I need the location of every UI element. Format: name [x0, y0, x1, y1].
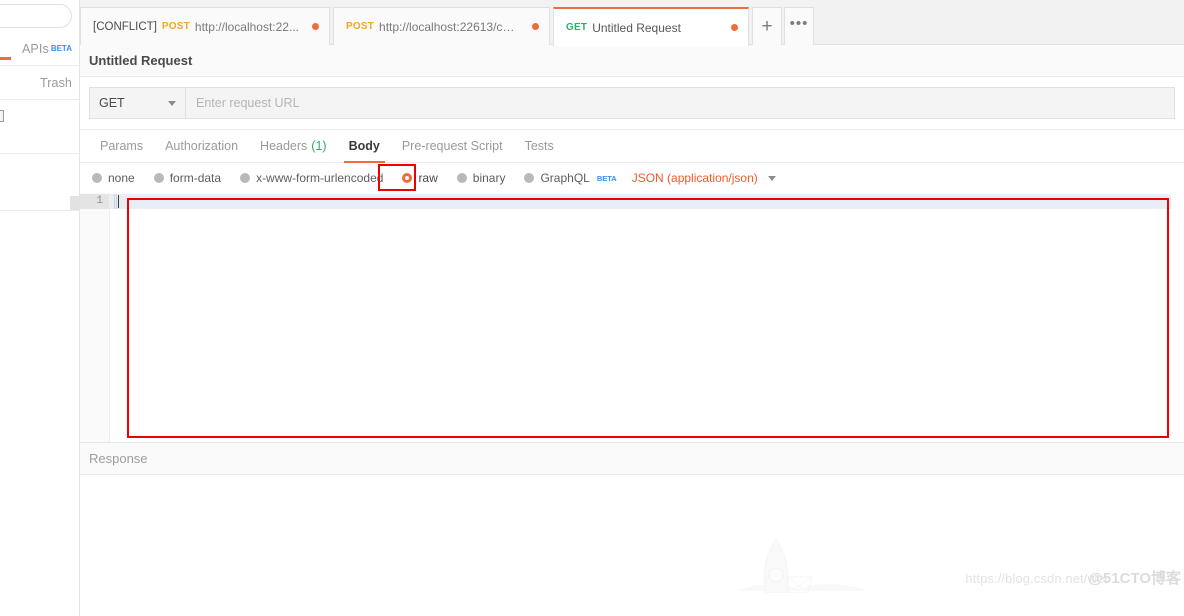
sidebar-item-label: Trash [40, 75, 72, 90]
chevron-down-icon [168, 100, 176, 106]
watermark-brand: @51CTO博客 [1088, 570, 1181, 587]
radio-icon [456, 173, 467, 183]
beta-badge: BETA [50, 44, 72, 53]
sidebar-item-label: APIs [22, 41, 49, 56]
body-type-form-data[interactable]: form-data [153, 171, 222, 185]
body-type-raw[interactable]: raw [402, 171, 438, 185]
unsaved-dot-icon [532, 23, 540, 30]
tab-authorization[interactable]: Authorization [154, 130, 249, 162]
headers-count: (1) [311, 139, 327, 153]
sidebar-item-apis[interactable]: APIs BETA [0, 32, 80, 66]
watermark-url: https://blog.csdn.net/wei [965, 571, 1108, 586]
request-title-bar: Untitled Request [80, 45, 1184, 77]
request-tab[interactable]: [CONFLICT] POST http://localhost:22... [80, 7, 330, 45]
tab-tests[interactable]: Tests [514, 130, 565, 162]
sidebar-item-trash[interactable]: Trash [0, 66, 80, 100]
tab-label: Tests [524, 139, 554, 153]
new-tab-button[interactable]: + [752, 7, 783, 45]
tab-title: http://localhost:22... [194, 19, 299, 34]
left-sidebar: APIs BETA Trash [0, 0, 92, 616]
sidebar-divider [0, 153, 80, 154]
body-type-label: x-www-form-urlencoded [256, 171, 384, 185]
tab-label: Headers [260, 139, 308, 153]
unsaved-dot-icon [731, 24, 739, 31]
response-title: Response [89, 451, 148, 466]
radio-icon [153, 173, 164, 183]
radio-icon [240, 173, 251, 183]
sidebar-divider [0, 210, 80, 211]
editor-fold-marker [114, 194, 117, 209]
body-type-options: none form-data x-www-form-urlencoded raw… [80, 163, 1184, 193]
request-tab-strip: [CONFLICT] POST http://localhost:22... P… [80, 0, 1184, 46]
tab-body[interactable]: Body [338, 130, 391, 163]
unsaved-dot-icon [311, 23, 319, 30]
editor-line-gutter: 1 [80, 193, 110, 442]
page-title: Untitled Request [89, 53, 193, 68]
body-type-graphql[interactable]: GraphQL BETA [524, 171, 617, 185]
editor-text-caret [118, 195, 119, 208]
body-type-label: form-data [169, 171, 222, 185]
tab-label: Pre-request Script [401, 139, 503, 153]
body-type-label: raw [418, 171, 438, 185]
body-type-binary[interactable]: binary [456, 171, 506, 185]
tab-params[interactable]: Params [89, 130, 154, 162]
radio-icon [524, 173, 535, 183]
request-section-tabs: Params Authorization Headers (1) Body Pre… [80, 130, 1184, 163]
watermark: https://blog.csdn.net/wei @51CTO博客 [965, 567, 1181, 588]
chevron-down-icon [767, 175, 776, 181]
tab-pre-request-script[interactable]: Pre-request Script [391, 130, 514, 162]
body-type-urlencoded[interactable]: x-www-form-urlencoded [240, 171, 383, 185]
tab-conflict-label: [CONFLICT] [93, 20, 157, 33]
editor-vertical-scrollbar[interactable] [1171, 193, 1184, 442]
body-type-label: binary [472, 171, 506, 185]
radio-icon [92, 173, 102, 183]
body-type-label: GraphQL [540, 171, 590, 185]
tab-options-button[interactable]: ••• [784, 7, 815, 45]
url-bar: GET [80, 77, 1184, 130]
body-type-label: none [108, 171, 135, 185]
response-header: Response [80, 443, 1184, 475]
tab-title: http://localhost:22613/cpic/ve... [379, 19, 519, 34]
editor-line-number: 1 [80, 194, 109, 209]
http-method-select[interactable]: GET [89, 87, 186, 119]
response-empty-state: https://blog.csdn.net/wei @51CTO博客 [80, 475, 1184, 593]
tab-title: Untitled Request [592, 20, 681, 35]
sidebar-search-input[interactable] [0, 4, 72, 28]
request-body-editor[interactable]: 1 [80, 193, 1184, 443]
beta-badge: BETA [596, 173, 617, 183]
request-tab[interactable]: POST http://localhost:22613/cpic/ve... [332, 7, 551, 45]
editor-active-line [110, 194, 1184, 209]
radio-selected-icon [402, 173, 413, 183]
body-format-select[interactable]: JSON (application/json) [632, 171, 776, 185]
rocket-illustration [738, 538, 868, 593]
tab-label: Params [100, 139, 144, 153]
postman-window: APIs BETA Trash [CONFLICT] POST http://lo… [0, 0, 1184, 616]
tab-method-label: GET [566, 22, 588, 33]
tab-method-label: POST [345, 21, 375, 32]
sidebar-accent-marker [0, 57, 11, 60]
http-method-value: GET [99, 96, 125, 110]
request-url-input[interactable] [186, 87, 1175, 119]
sidebar-collapsed-item[interactable] [0, 110, 4, 122]
editor-code-area[interactable] [110, 193, 1184, 442]
tab-label: Body [348, 139, 380, 153]
request-tab-active[interactable]: GET Untitled Request [553, 7, 750, 46]
tab-headers[interactable]: Headers (1) [249, 130, 338, 162]
body-format-value: JSON (application/json) [631, 171, 758, 185]
main-panel: [CONFLICT] POST http://localhost:22... P… [80, 0, 1184, 616]
tab-method-label: POST [161, 21, 190, 32]
body-type-none[interactable]: none [92, 171, 135, 185]
tab-label: Authorization [165, 139, 239, 153]
